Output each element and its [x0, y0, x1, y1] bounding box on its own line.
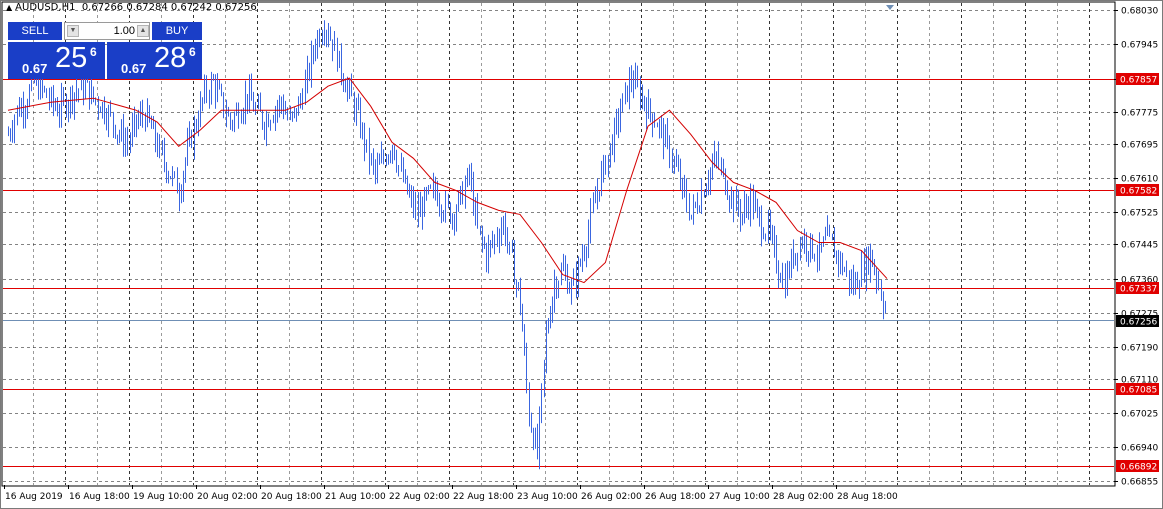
price-axis[interactable]: 0.68030 0.67945 0.67857 0.67775 0.67695 0.676…: [1114, 7, 1159, 488]
current-price-label: 0.67256: [1120, 318, 1157, 328]
sell-price-panel[interactable]: 0.67 25 6: [8, 42, 105, 79]
x-tick-label: 23 Aug 10:00: [517, 492, 578, 502]
x-tick-label: 16 Aug 2019: [5, 492, 63, 502]
x-tick-label: 16 Aug 18:00: [69, 492, 130, 502]
y-tick-label: 0.67695: [1121, 141, 1158, 151]
buy-price-prefix: 0.67: [121, 61, 147, 76]
one-click-trading-panel: SELL ▼ ▲ BUY 0.67 25 6 0.67 28 6: [5, 21, 203, 79]
y-tick-label: 0.67525: [1121, 209, 1158, 219]
time-axis[interactable]: 16 Aug 2019 16 Aug 18:00 19 Aug 10:00 20 Au…: [4, 485, 898, 502]
level-price-label: 0.67085: [1120, 386, 1157, 396]
y-tick-label: 0.67445: [1121, 241, 1158, 251]
sell-button[interactable]: SELL: [8, 22, 62, 40]
buy-price-fraction: 6: [189, 45, 196, 59]
y-tick-label: 0.67025: [1121, 410, 1158, 420]
y-tick-label: 0.67190: [1121, 344, 1158, 354]
level-price-label: 0.67337: [1120, 285, 1157, 295]
buy-price-pips: 28: [154, 42, 187, 74]
y-tick-label: 0.67775: [1121, 109, 1158, 119]
symbol-label: AUDUSD,H1: [15, 2, 76, 13]
x-tick-label: 26 Aug 18:00: [645, 492, 706, 502]
y-tick-label: 0.66940: [1121, 444, 1158, 454]
x-tick-label: 27 Aug 10:00: [709, 492, 770, 502]
y-tick-label: 0.68030: [1121, 7, 1158, 17]
sell-price-fraction: 6: [90, 45, 97, 59]
chart-window[interactable]: 0.680300.679450.678570.677750.676950.676…: [0, 0, 1163, 509]
lot-size-stepper[interactable]: ▼ ▲: [64, 22, 150, 40]
y-tick-label: 0.67945: [1121, 41, 1158, 51]
lot-size-input[interactable]: [79, 23, 135, 39]
sell-price-pips: 25: [55, 42, 88, 74]
x-tick-label: 19 Aug 10:00: [133, 492, 194, 502]
x-tick-label: 28 Aug 18:00: [837, 492, 898, 502]
buy-button[interactable]: BUY: [152, 22, 202, 40]
y-tick-label: 0.66855: [1121, 478, 1158, 488]
symbol-header: ▲ AUDUSD,H1 0.67266 0.67284 0.67242 0.672…: [6, 2, 257, 13]
increase-lot-icon[interactable]: ▲: [137, 25, 149, 37]
x-tick-label: 22 Aug 18:00: [453, 492, 514, 502]
x-tick-label: 26 Aug 02:00: [581, 492, 642, 502]
decrease-lot-icon[interactable]: ▼: [67, 25, 79, 37]
ohlc-values: 0.67266 0.67284 0.67242 0.67256: [81, 2, 257, 13]
buy-price-panel[interactable]: 0.67 28 6: [107, 42, 202, 79]
collapse-arrow-icon[interactable]: ▲: [6, 3, 12, 12]
level-price-label: 0.67582: [1120, 187, 1157, 197]
sell-price-prefix: 0.67: [22, 61, 48, 76]
y-tick-label: 0.67610: [1121, 175, 1158, 185]
x-tick-label: 28 Aug 02:00: [773, 492, 834, 502]
x-tick-label: 22 Aug 02:00: [389, 492, 450, 502]
x-tick-label: 21 Aug 10:00: [325, 492, 386, 502]
level-price-label: 0.66892: [1120, 463, 1157, 473]
level-price-label: 0.67857: [1120, 76, 1157, 86]
x-tick-label: 20 Aug 02:00: [197, 492, 258, 502]
x-tick-label: 20 Aug 18:00: [261, 492, 322, 502]
